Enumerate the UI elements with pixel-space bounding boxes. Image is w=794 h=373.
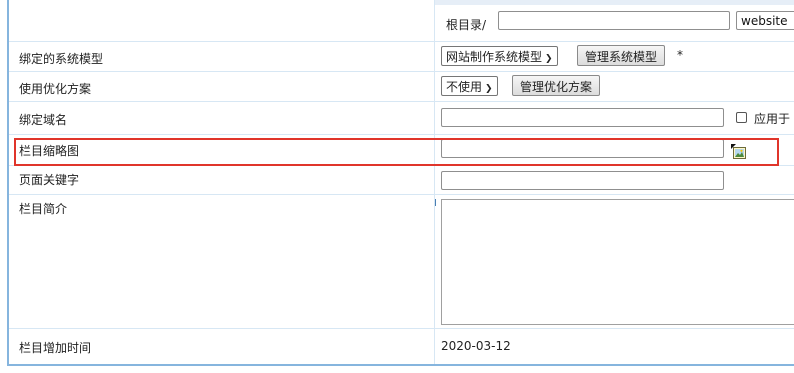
root-dir-row: 根目录/ xyxy=(9,0,794,42)
text-cursor-marker xyxy=(435,199,436,206)
column-divider xyxy=(434,72,435,101)
column-divider xyxy=(434,329,435,364)
manage-optimization-button[interactable]: 管理优化方案 xyxy=(512,75,601,96)
domain-input[interactable] xyxy=(441,108,724,127)
column-divider xyxy=(434,0,435,41)
optimization-selected: 不使用 xyxy=(446,80,483,94)
column-divider xyxy=(434,195,435,328)
column-divider xyxy=(434,41,435,71)
column-divider xyxy=(434,102,435,134)
required-mark: * xyxy=(677,48,683,62)
root-dir-label: 根目录/ xyxy=(446,18,487,32)
thumbnail-row: 栏目缩略图 xyxy=(9,135,794,166)
manage-system-model-button[interactable]: 管理系统模型 xyxy=(577,45,666,66)
bound-model-label: 绑定的系统模型 xyxy=(19,52,104,66)
top-header-strip xyxy=(435,0,794,5)
apply-checkbox-label: 应用于 xyxy=(754,112,791,126)
system-model-select[interactable]: 网站制作系统模型 ❯ xyxy=(441,46,558,66)
intro-label: 栏目简介 xyxy=(19,202,68,216)
chevron-down-icon: ❯ xyxy=(545,54,553,64)
website-dir-input[interactable] xyxy=(736,11,794,30)
column-divider xyxy=(434,135,435,165)
added-time-label: 栏目增加时间 xyxy=(19,341,92,355)
intro-row: 栏目简介 xyxy=(9,195,794,329)
domain-row: 绑定域名 应用于 xyxy=(9,102,794,135)
optimization-label: 使用优化方案 xyxy=(19,82,92,96)
added-time-row: 栏目增加时间 2020-03-12 xyxy=(9,329,794,364)
added-time-value: 2020-03-12 xyxy=(441,339,511,353)
optimization-select[interactable]: 不使用 ❯ xyxy=(441,76,498,96)
bound-model-row: 绑定的系统模型 网站制作系统模型 ❯ 管理系统模型 * xyxy=(9,41,794,72)
image-icon[interactable] xyxy=(731,144,747,160)
root-dir-input[interactable] xyxy=(498,11,730,30)
domain-label: 绑定域名 xyxy=(19,113,68,127)
keywords-row: 页面关键字 xyxy=(9,166,794,195)
intro-textarea[interactable] xyxy=(441,199,794,325)
optimization-row: 使用优化方案 不使用 ❯ 管理优化方案 xyxy=(9,72,794,102)
thumbnail-label: 栏目缩略图 xyxy=(19,144,80,158)
column-divider xyxy=(434,166,435,194)
chevron-down-icon: ❯ xyxy=(485,84,493,94)
apply-checkbox[interactable] xyxy=(736,112,747,123)
thumbnail-input[interactable] xyxy=(441,139,724,158)
system-model-selected: 网站制作系统模型 xyxy=(446,50,543,64)
keywords-label: 页面关键字 xyxy=(19,173,80,187)
form-panel: 根目录/ 绑定的系统模型 网站制作系统模型❯ 管理系统模型 * 使用优化方案 不… xyxy=(7,0,794,366)
keywords-input[interactable] xyxy=(441,171,724,190)
